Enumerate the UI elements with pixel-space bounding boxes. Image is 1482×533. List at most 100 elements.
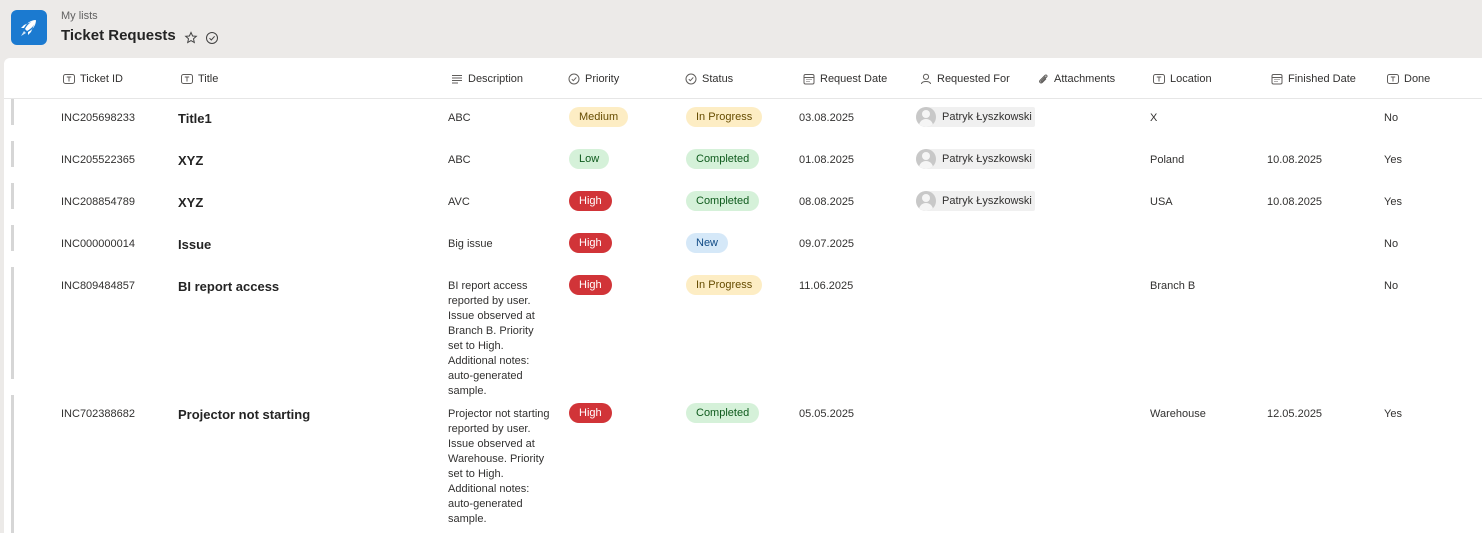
done-cell: No bbox=[1384, 112, 1399, 124]
text-field-icon bbox=[181, 73, 193, 85]
request-date-cell: 01.08.2025 bbox=[799, 154, 855, 166]
row-selection-bar[interactable] bbox=[11, 141, 14, 167]
avatar bbox=[916, 107, 936, 127]
row-selection-bar[interactable] bbox=[11, 395, 14, 533]
column-header-label: Priority bbox=[585, 73, 620, 85]
column-header-label: Location bbox=[1170, 73, 1212, 85]
title-link[interactable]: Title1 bbox=[178, 111, 212, 126]
column-header-attachments[interactable]: Attachments bbox=[1037, 71, 1115, 87]
column-header-finished-date[interactable]: Finished Date bbox=[1271, 71, 1356, 87]
text-field-icon bbox=[1387, 73, 1399, 85]
title-link[interactable]: BI report access bbox=[178, 279, 279, 294]
done-cell: No bbox=[1384, 238, 1399, 250]
title-link[interactable]: Issue bbox=[178, 237, 211, 252]
column-header-label: Request Date bbox=[820, 73, 888, 85]
table-row[interactable]: INC809484857 BI report access BI report ac… bbox=[4, 267, 1482, 397]
calendar-icon bbox=[1271, 73, 1283, 85]
description-cell: AVC bbox=[448, 196, 470, 208]
star-icon[interactable] bbox=[184, 31, 198, 45]
table-row[interactable]: INC205698233 Title1 ABC Medium In Progress 03… bbox=[4, 99, 1482, 141]
calendar-icon bbox=[803, 73, 815, 85]
ticket-id-cell: INC000000014 bbox=[61, 238, 136, 250]
row-selection-bar[interactable] bbox=[11, 225, 14, 251]
column-header-location[interactable]: Location bbox=[1153, 71, 1212, 87]
column-header-ticket-id[interactable]: Ticket ID bbox=[63, 71, 123, 87]
table-row[interactable]: INC000000014 Issue Big issue High New 09.07.2… bbox=[4, 225, 1482, 267]
description-cell: BI report access reported by user. Issue… bbox=[448, 280, 535, 397]
title-link[interactable]: XYZ bbox=[178, 153, 203, 168]
breadcrumb[interactable]: My lists bbox=[61, 10, 98, 22]
person-icon bbox=[920, 73, 932, 85]
location-cell: USA bbox=[1150, 196, 1173, 208]
row-selection-bar[interactable] bbox=[11, 183, 14, 209]
person-chip[interactable]: Patryk Łyszkowski bbox=[916, 107, 1035, 127]
column-header-label: Ticket ID bbox=[80, 73, 123, 85]
column-header-request-date[interactable]: Request Date bbox=[803, 71, 887, 87]
avatar bbox=[916, 191, 936, 211]
description-cell: ABC bbox=[448, 112, 471, 124]
choice-icon bbox=[568, 73, 580, 85]
column-header-label: Requested For bbox=[937, 73, 1010, 85]
person-name: Patryk Łyszkowski bbox=[942, 111, 1032, 123]
circle-check-icon[interactable] bbox=[205, 31, 219, 45]
row-selection-bar[interactable] bbox=[11, 267, 14, 379]
title-link[interactable]: XYZ bbox=[178, 195, 203, 210]
text-field-icon bbox=[1153, 73, 1165, 85]
table-row[interactable]: INC702388682 Projector not starting Projec… bbox=[4, 395, 1482, 533]
rocket-icon[interactable] bbox=[11, 10, 47, 45]
column-header-label: Description bbox=[468, 73, 524, 85]
column-header-done[interactable]: Done bbox=[1387, 71, 1430, 87]
description-cell: Projector not starting reported by user.… bbox=[448, 408, 550, 525]
multiline-text-icon bbox=[451, 73, 463, 85]
done-cell: Yes bbox=[1384, 154, 1402, 166]
column-header-priority[interactable]: Priority bbox=[568, 71, 619, 87]
priority-badge: Low bbox=[569, 149, 610, 169]
column-header-description[interactable]: Description bbox=[451, 71, 523, 87]
avatar bbox=[916, 149, 936, 169]
table-row[interactable]: INC205522365 XYZ ABC Low Completed 01.08.2025… bbox=[4, 141, 1482, 183]
column-header-requested-for[interactable]: Requested For bbox=[920, 71, 1010, 87]
row-selection-bar[interactable] bbox=[11, 99, 14, 125]
priority-badge: High bbox=[569, 233, 612, 253]
ticket-id-cell: INC702388682 bbox=[61, 408, 136, 420]
done-cell: No bbox=[1384, 280, 1399, 292]
ticket-id-cell: INC809484857 bbox=[61, 280, 136, 292]
person-name: Patryk Łyszkowski bbox=[942, 153, 1032, 165]
priority-badge: High bbox=[569, 403, 612, 423]
column-header-status[interactable]: Status bbox=[685, 71, 733, 87]
request-date-cell: 08.08.2025 bbox=[799, 196, 855, 208]
status-badge: Completed bbox=[686, 149, 760, 169]
list-header: My lists Ticket Requests bbox=[0, 0, 1482, 58]
request-date-cell: 11.06.2025 bbox=[799, 280, 854, 292]
column-header-label: Done bbox=[1404, 73, 1431, 85]
location-cell: Poland bbox=[1150, 154, 1185, 166]
column-header-label: Status bbox=[702, 73, 734, 85]
request-date-cell: 03.08.2025 bbox=[799, 112, 855, 124]
person-chip[interactable]: Patryk Łyszkowski bbox=[916, 191, 1035, 211]
status-badge: New bbox=[686, 233, 729, 253]
priority-badge: High bbox=[569, 275, 612, 295]
request-date-cell: 05.05.2025 bbox=[799, 408, 855, 420]
finished-date-cell: 10.08.2025 bbox=[1267, 154, 1323, 166]
priority-badge: High bbox=[569, 191, 612, 211]
finished-date-cell: 10.08.2025 bbox=[1267, 196, 1323, 208]
person-name: Patryk Łyszkowski bbox=[942, 195, 1032, 207]
ticket-id-cell: INC205522365 bbox=[61, 154, 136, 166]
column-header-title[interactable]: Title bbox=[181, 71, 218, 87]
ticket-id-cell: INC205698233 bbox=[61, 112, 136, 124]
done-cell: Yes bbox=[1384, 408, 1402, 420]
location-cell: X bbox=[1150, 112, 1158, 124]
location-cell: Branch B bbox=[1150, 280, 1196, 292]
table-row[interactable]: INC208854789 XYZ AVC High Completed 08.08.202… bbox=[4, 183, 1482, 225]
list-view: Ticket ID Title Description Priority Status R… bbox=[4, 58, 1482, 533]
person-chip[interactable]: Patryk Łyszkowski bbox=[916, 149, 1035, 169]
finished-date-cell: 12.05.2025 bbox=[1267, 408, 1323, 420]
title-link[interactable]: Projector not starting bbox=[178, 407, 310, 422]
status-badge: In Progress bbox=[686, 107, 763, 127]
text-field-icon bbox=[63, 73, 75, 85]
status-badge: In Progress bbox=[686, 275, 763, 295]
request-date-cell: 09.07.2025 bbox=[799, 238, 855, 250]
column-header-label: Finished Date bbox=[1288, 73, 1356, 85]
choice-icon bbox=[685, 73, 697, 85]
description-cell: ABC bbox=[448, 154, 471, 166]
